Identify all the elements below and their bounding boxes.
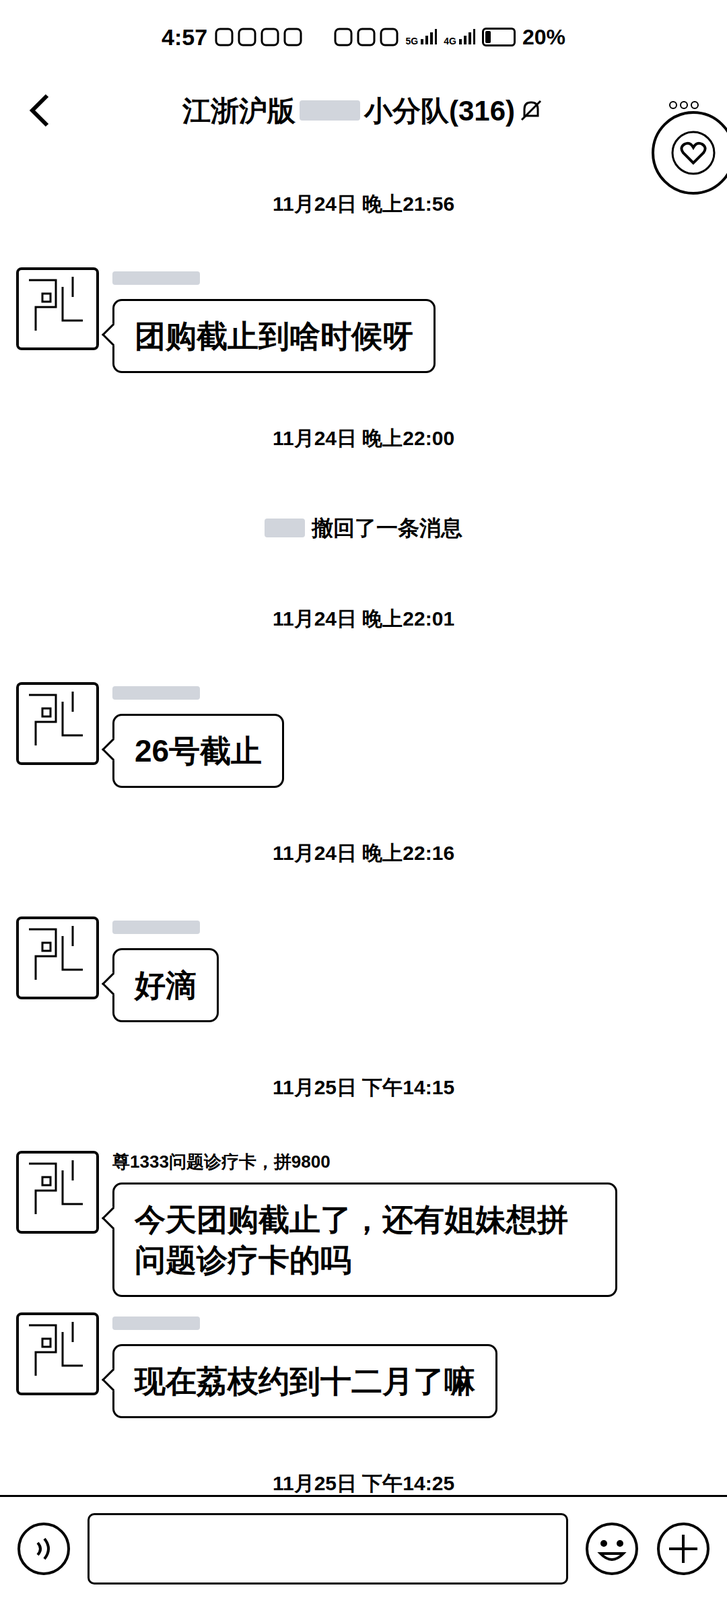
- mute-icon: [518, 98, 544, 123]
- timestamp: 11月24日 晚上22:01: [0, 561, 727, 675]
- back-icon[interactable]: [25, 91, 53, 130]
- message-bubble[interactable]: 26号截止: [112, 713, 285, 788]
- message-bubble[interactable]: 今天团购截止了，还有姐妹想拼问题诊疗卡的吗: [112, 1182, 618, 1297]
- sender-name-redacted: [112, 915, 200, 939]
- redacted-block: [299, 100, 361, 121]
- emoji-icon[interactable]: [584, 1520, 640, 1576]
- timestamp: 11月24日 晚上21:56: [0, 146, 727, 260]
- chat-message: 现在荔枝约到十二月了嘛: [0, 1304, 727, 1426]
- avatar[interactable]: [15, 266, 100, 351]
- avatar[interactable]: [15, 915, 100, 1000]
- network-label: 5G: [405, 36, 419, 46]
- chat-message: 26号截止: [0, 674, 727, 796]
- signal-icon: [457, 28, 476, 46]
- bubble-tail: [101, 737, 125, 761]
- plus-icon[interactable]: [655, 1520, 711, 1576]
- bubble-tail: [101, 1367, 125, 1391]
- redacted-block: [264, 518, 305, 538]
- battery-text: 20%: [522, 20, 566, 54]
- voice-icon[interactable]: [16, 1520, 72, 1576]
- status-bar: 4:57 5G 4G 20%: [0, 0, 727, 75]
- chat-header: 江浙沪版 小分队(316): [0, 74, 727, 147]
- sender-name-redacted: [112, 266, 200, 290]
- network-label: 4G: [443, 36, 457, 46]
- heart-icon: [669, 129, 717, 177]
- timestamp: 11月25日 下午14:25: [0, 1425, 727, 1495]
- timestamp: 11月24日 晚上22:00: [0, 381, 727, 495]
- timestamp: 11月24日 晚上22:16: [0, 795, 727, 909]
- avatar[interactable]: [15, 1149, 100, 1234]
- input-bar: [0, 1494, 727, 1600]
- avatar[interactable]: [15, 681, 100, 766]
- system-icons: [333, 26, 400, 48]
- sender-name: 尊1333问题诊疗卡，拼9800: [112, 1149, 331, 1173]
- chat-title-end: 小分队(316): [364, 89, 515, 132]
- message-bubble[interactable]: 团购截止到啥时候呀: [112, 298, 436, 373]
- bubble-tail: [101, 1206, 125, 1230]
- system-notice: 撤回了一条消息: [0, 494, 727, 562]
- chat-title-start: 江浙沪版: [182, 89, 296, 132]
- message-bubble[interactable]: 好滴: [112, 947, 219, 1022]
- notification-icons: [214, 26, 303, 48]
- chat-message: 尊1333问题诊疗卡，拼9800 今天团购截止了，还有姐妹想拼问题诊疗卡的吗: [0, 1143, 727, 1305]
- sender-name-redacted: [112, 681, 200, 705]
- chat-message: 团购截止到啥时候呀: [0, 259, 727, 382]
- timestamp: 11月25日 下午14:15: [0, 1029, 727, 1144]
- avatar[interactable]: [15, 1311, 100, 1396]
- more-dots-icon[interactable]: [669, 100, 699, 110]
- signal-icon: [419, 28, 437, 46]
- message-list: 11月24日 晚上21:56 团购截止到啥时候呀 11月24日 晚上22:00撤回了…: [0, 146, 727, 1495]
- message-input[interactable]: [87, 1512, 569, 1584]
- battery-fill: [485, 30, 491, 44]
- chat-message: 好滴: [0, 908, 727, 1030]
- battery-icon: [481, 27, 516, 47]
- clock: 4:57: [161, 20, 208, 55]
- floating-heart-button[interactable]: [651, 111, 727, 195]
- bubble-tail: [101, 323, 125, 346]
- bubble-tail: [101, 972, 125, 995]
- sender-name-redacted: [112, 1311, 200, 1335]
- message-bubble[interactable]: 现在荔枝约到十二月了嘛: [112, 1343, 498, 1418]
